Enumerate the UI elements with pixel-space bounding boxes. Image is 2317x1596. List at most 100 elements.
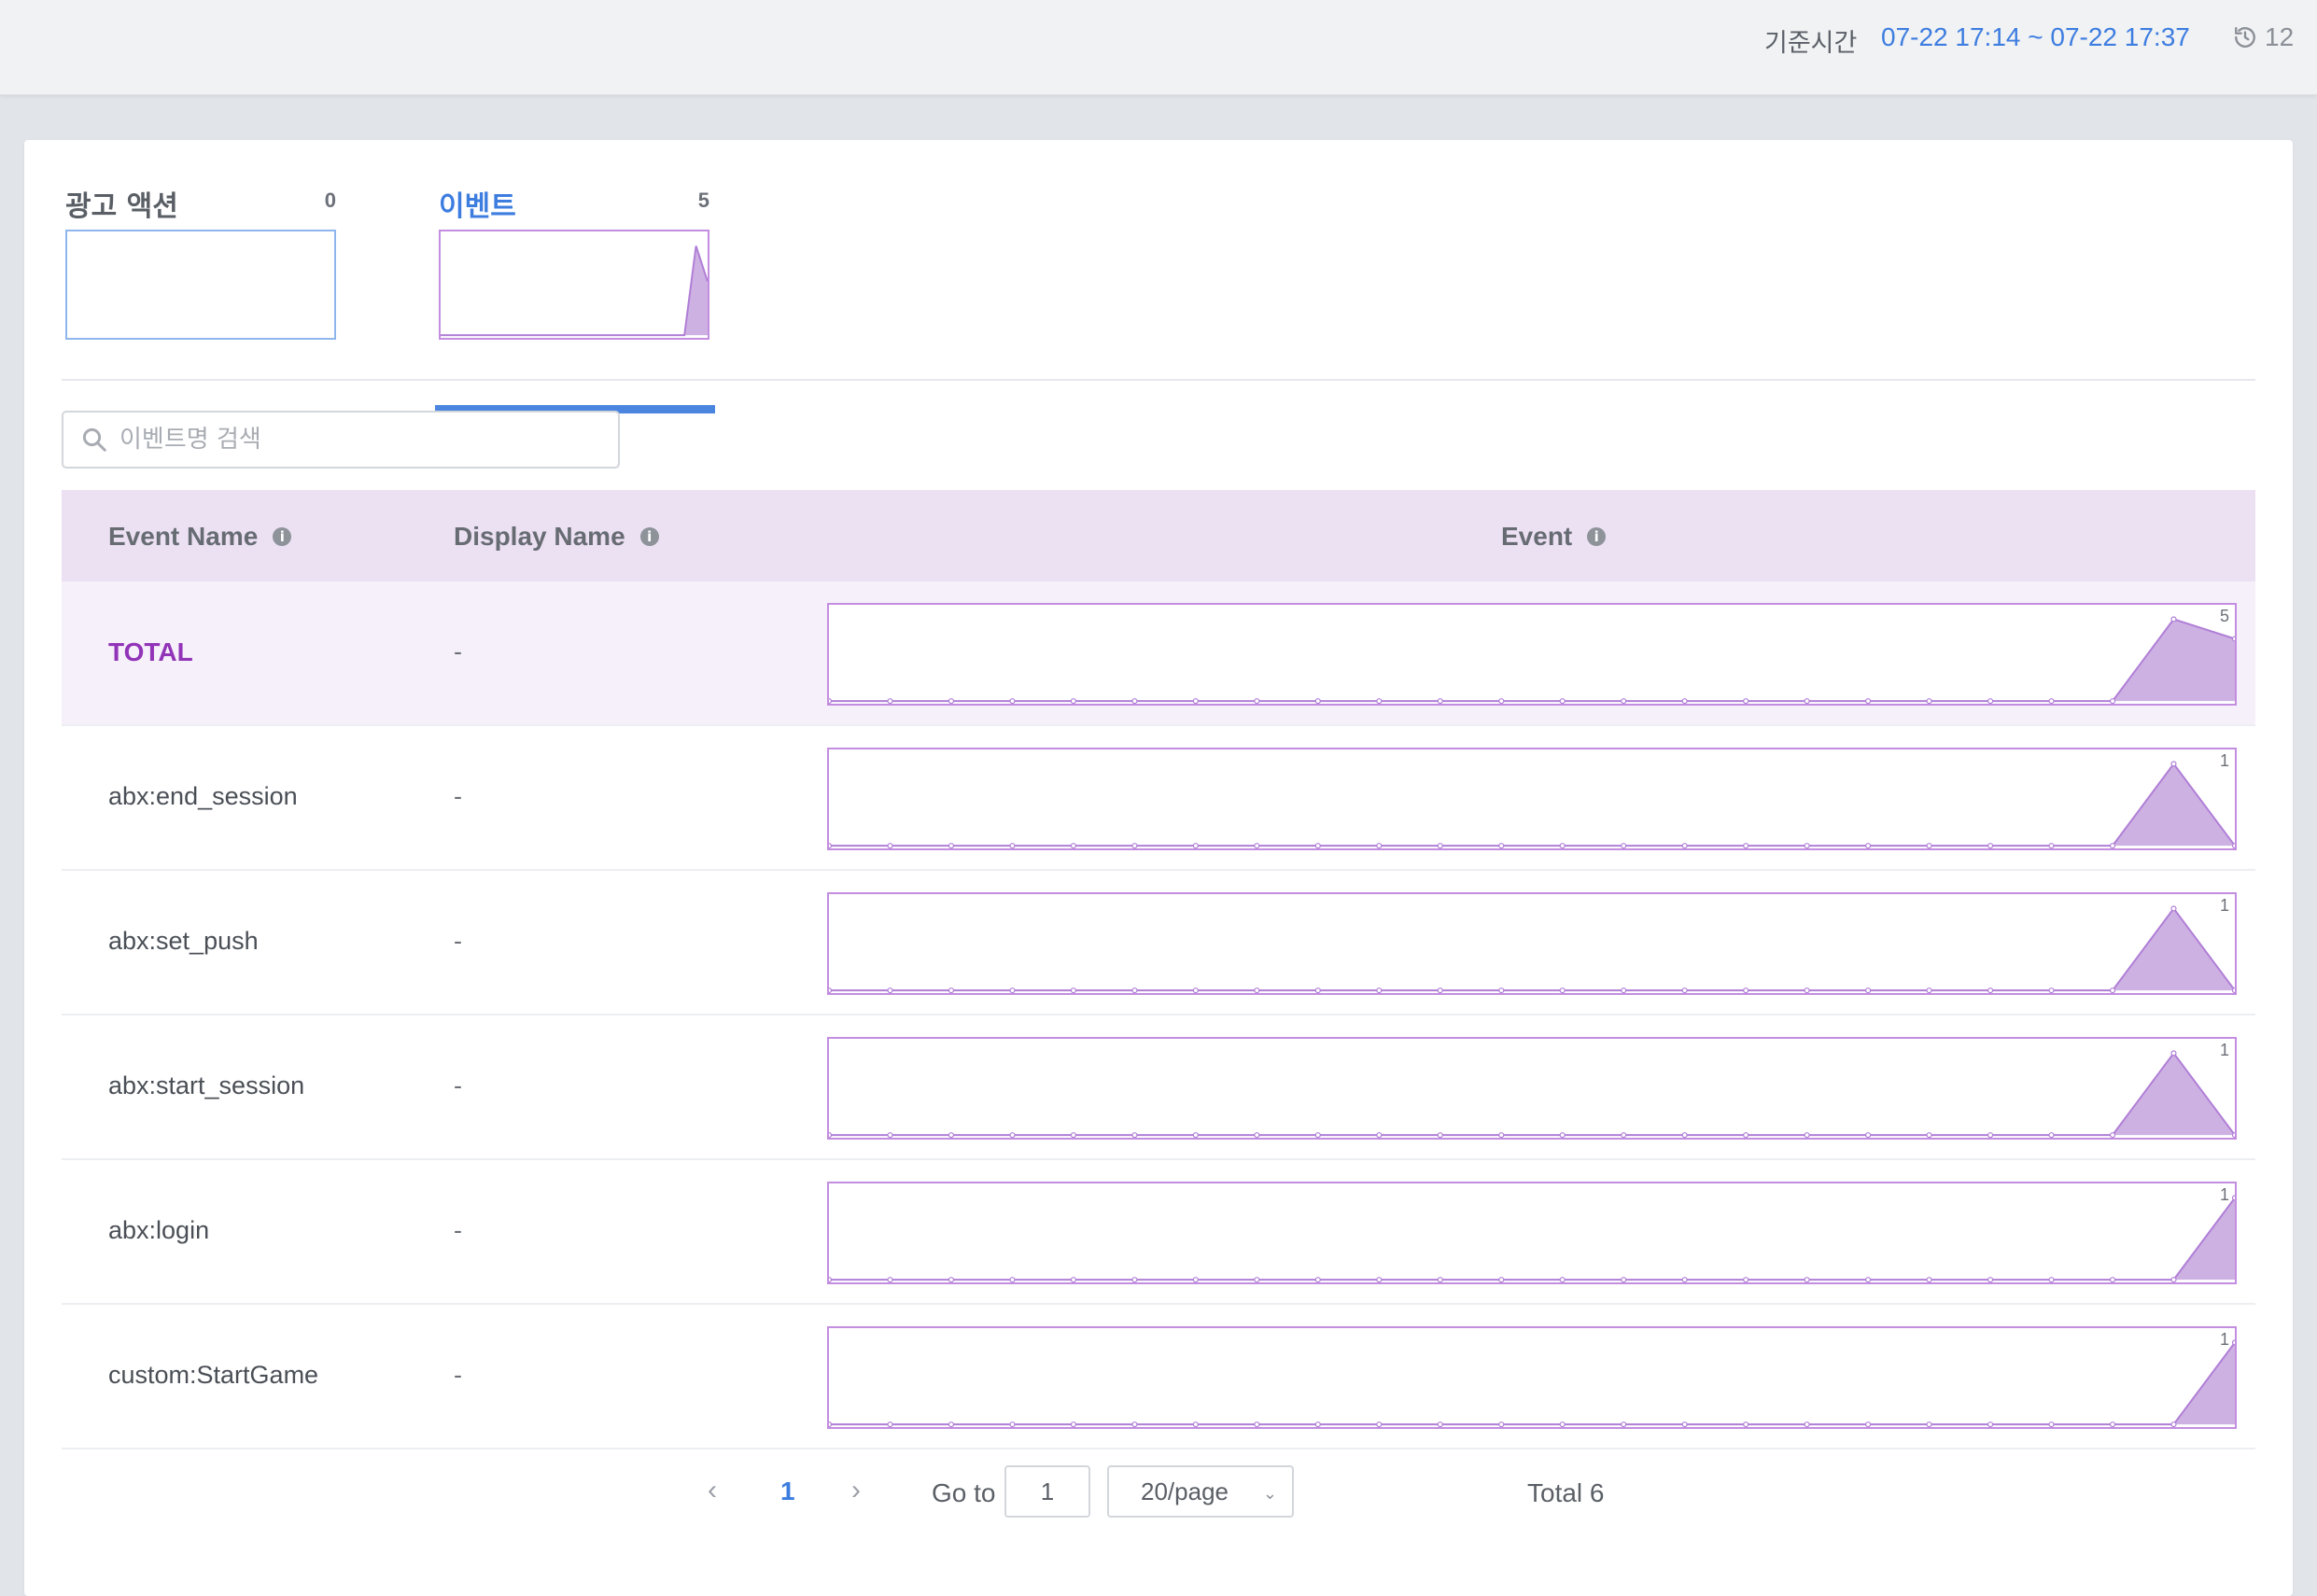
sparkline-point: [1865, 1421, 1872, 1427]
sparkline-point: [1621, 987, 1627, 993]
table-row[interactable]: custom:StartGame - 1: [62, 1305, 2255, 1449]
sparkline-point: [1376, 1277, 1383, 1282]
table-row[interactable]: abx:start_session - 1: [62, 1015, 2255, 1160]
search-input[interactable]: [118, 420, 618, 459]
sparkline-point: [2170, 905, 2177, 912]
info-icon[interactable]: i: [273, 527, 292, 546]
event-sparkline: 5: [827, 603, 2237, 706]
sparkline-line: [441, 245, 708, 337]
sparkline-point: [829, 1421, 833, 1427]
row-sparkline: [829, 761, 2235, 848]
sparkline-point: [1192, 843, 1199, 848]
sparkline-point: [2170, 761, 2177, 767]
page-number-1[interactable]: 1: [780, 1477, 795, 1506]
sparkline-point: [2170, 1421, 2177, 1427]
event-name-cell[interactable]: custom:StartGame: [108, 1361, 318, 1390]
tab-event[interactable]: 이벤트 5: [435, 177, 715, 413]
sparkline-line: [829, 906, 2235, 992]
sparkline-point: [1987, 1132, 1994, 1138]
sparkline-point: [829, 1277, 833, 1282]
sparkline-point: [1437, 1421, 1443, 1427]
sparkline-point: [1314, 1277, 1321, 1282]
row-sparkline: [829, 1050, 2235, 1138]
sparkline-point: [1070, 987, 1076, 993]
sparkline-point: [1987, 1277, 1994, 1282]
time-range-link[interactable]: 07-22 17:14 ~ 07-22 17:37: [1881, 22, 2190, 52]
table-row[interactable]: abx:end_session - 1: [62, 726, 2255, 871]
sparkline-max-label: 5: [2219, 607, 2229, 625]
goto-page-input[interactable]: [1004, 1465, 1090, 1518]
event-name-cell[interactable]: abx:start_session: [108, 1071, 304, 1100]
sparkline-point: [2109, 698, 2116, 704]
prev-page-button[interactable]: ‹: [708, 1475, 717, 1506]
sparkline-point: [1559, 987, 1566, 993]
tab-ad-action-label: 광고 액션: [65, 190, 178, 223]
sparkline-point: [2109, 1132, 2116, 1138]
display-name-cell: -: [454, 1361, 462, 1389]
sparkline-point: [1804, 698, 1810, 704]
sparkline-point: [1192, 987, 1199, 993]
sparkline-point: [1987, 1421, 1994, 1427]
sparkline-point: [1743, 1132, 1749, 1138]
display-name-cell: -: [454, 1216, 462, 1244]
sparkline-line: [829, 1341, 2235, 1426]
refresh-count: 12: [2265, 22, 2295, 51]
page-size-select[interactable]: 20/page ⌄: [1107, 1465, 1294, 1518]
sparkline-point: [1254, 1421, 1260, 1427]
sparkline-point: [1437, 843, 1443, 848]
event-sparkline: 1: [827, 1037, 2237, 1140]
table-row-total[interactable]: TOTAL - 5: [62, 581, 2255, 726]
sparkline-point: [1621, 1132, 1627, 1138]
sparkline-point: [2109, 843, 2116, 848]
sparkline-max-label: 1: [2219, 896, 2229, 915]
event-name-cell[interactable]: abx:login: [108, 1216, 209, 1245]
sparkline-point: [2231, 843, 2235, 848]
header-event-name[interactable]: Event Name i: [108, 522, 292, 552]
sparkline-point: [948, 1421, 955, 1427]
chevron-down-icon: ⌄: [1262, 1484, 1277, 1503]
sparkline-point: [1621, 1421, 1627, 1427]
info-icon[interactable]: i: [639, 527, 659, 546]
sparkline-point: [1926, 987, 1932, 993]
total-count: Total 6: [1527, 1478, 1605, 1507]
sparkline-point: [1070, 843, 1076, 848]
header-display-name[interactable]: Display Name i: [454, 522, 659, 552]
sparkline-point: [1314, 1132, 1321, 1138]
tab-ad-action[interactable]: 광고 액션 0: [63, 177, 338, 345]
table-row[interactable]: abx:set_push - 1: [62, 871, 2255, 1015]
header-event[interactable]: Event i: [1501, 522, 1607, 552]
event-name-cell: TOTAL: [108, 637, 193, 666]
sparkline-point: [1865, 1132, 1872, 1138]
sparkline-point: [1926, 1421, 1932, 1427]
sparkline-area: [829, 1053, 2235, 1136]
sparkline-point: [1254, 843, 1260, 848]
row-sparkline: [829, 1339, 2235, 1427]
table-row[interactable]: abx:login - 1: [62, 1160, 2255, 1305]
row-sparkline: [829, 616, 2235, 704]
sparkline-point: [1804, 1132, 1810, 1138]
sparkline-point: [1498, 987, 1505, 993]
sparkline-point: [1314, 1421, 1321, 1427]
info-icon[interactable]: i: [1587, 527, 1607, 546]
event-name-cell[interactable]: abx:end_session: [108, 782, 298, 811]
sparkline-point: [948, 987, 955, 993]
event-name-cell[interactable]: abx:set_push: [108, 927, 259, 956]
sparkline-line: [829, 762, 2235, 847]
sparkline-point: [1559, 698, 1566, 704]
sparkline-point: [1376, 1421, 1383, 1427]
sparkline-area: [829, 908, 2235, 991]
tabs-divider: [62, 379, 2255, 381]
refresh-button[interactable]: 12: [2233, 22, 2294, 52]
next-page-button[interactable]: ›: [851, 1475, 861, 1506]
sparkline-point: [1131, 843, 1138, 848]
sparkline-max-label: 1: [2219, 1185, 2229, 1204]
sparkline-point: [1254, 1132, 1260, 1138]
sparkline-point: [1070, 1277, 1076, 1282]
sparkline-point: [1926, 1277, 1932, 1282]
sparkline-point: [1559, 843, 1566, 848]
sparkline-point: [1498, 1421, 1505, 1427]
sparkline-point: [948, 843, 955, 848]
tab-event-label: 이벤트: [439, 190, 516, 223]
sparkline-point: [1621, 698, 1627, 704]
sparkline-point: [1498, 1132, 1505, 1138]
